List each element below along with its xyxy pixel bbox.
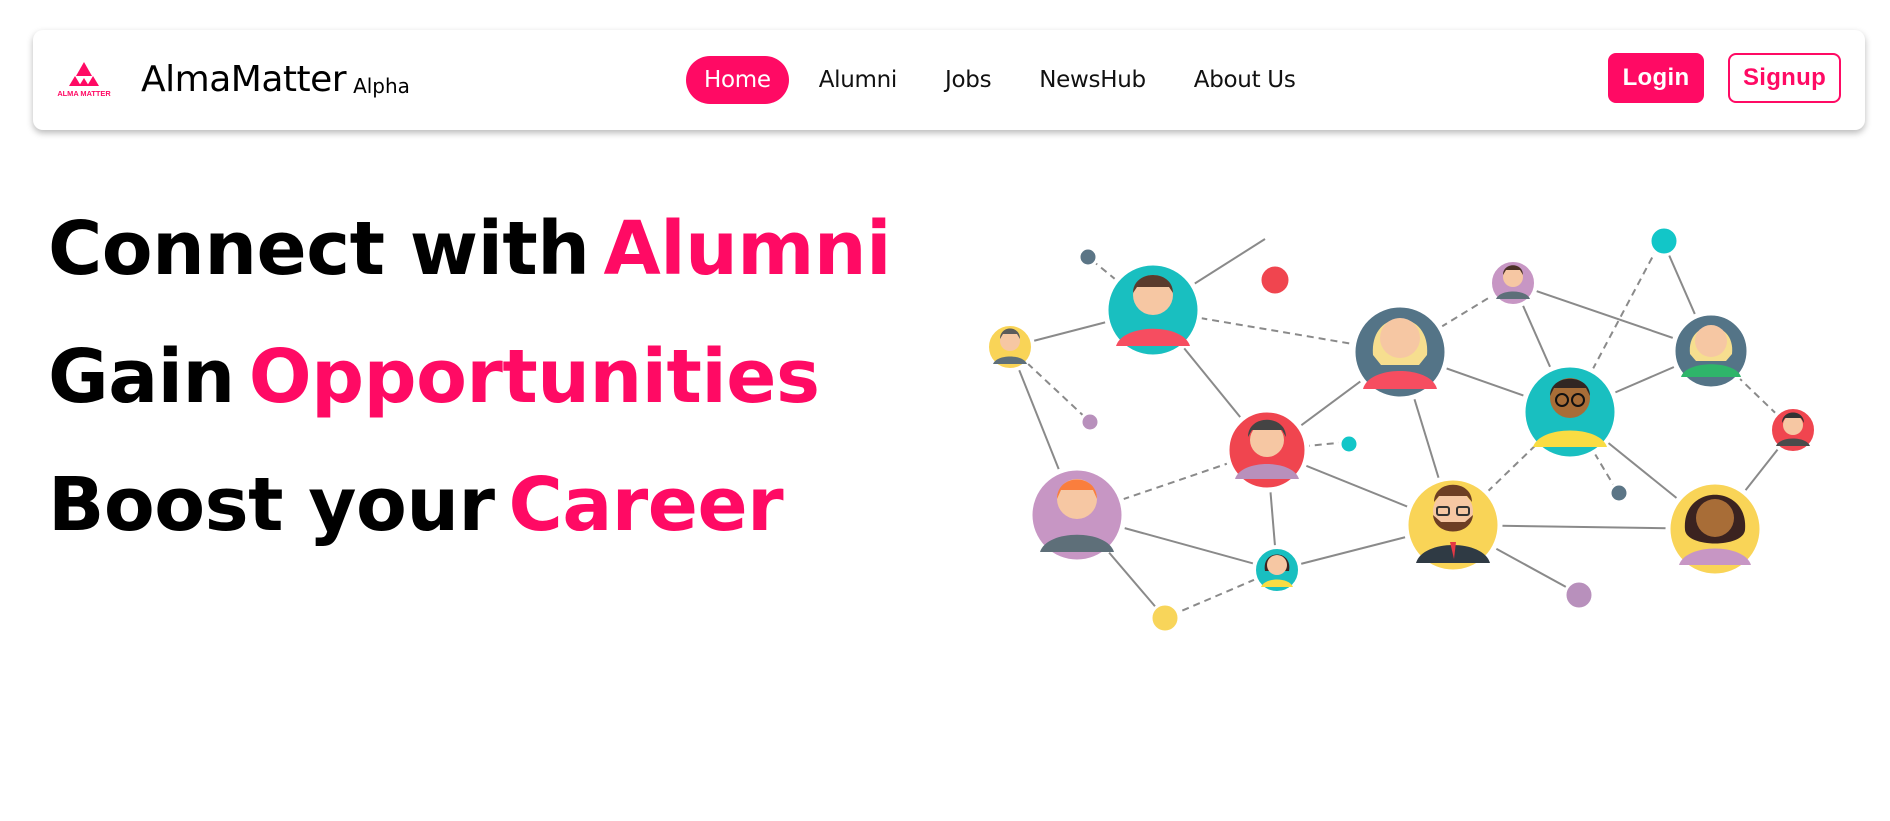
nav-home[interactable]: Home	[686, 56, 789, 104]
network-graph	[985, 225, 1818, 634]
hero-line-2-accent: Opportunities	[248, 334, 820, 420]
avatar-large-yellow-beard	[1403, 475, 1503, 575]
login-button[interactable]: Login	[1608, 53, 1704, 103]
alma-matter-logo: ALMA MATTER	[57, 62, 111, 98]
brand-suffix: Alpha	[353, 74, 410, 98]
auth-buttons: Login Signup	[1608, 53, 1841, 103]
avatar-medium-red	[1224, 407, 1310, 493]
avatar-small-purple	[1488, 258, 1538, 308]
avatar-medium-slate-blonde	[1670, 310, 1752, 392]
brand-home-link[interactable]: ALMA MATTER AlmaMatter Alpha	[51, 60, 410, 100]
brand-name: AlmaMatter	[141, 59, 347, 100]
avatar-small-yellow	[985, 322, 1035, 372]
avatar-large-purple	[1027, 465, 1127, 565]
avatar-small-teal	[1252, 545, 1302, 595]
hero-line-2-text: Gain	[48, 334, 235, 420]
avatar-large-slate	[1350, 302, 1450, 402]
hero-line-gain: Gain Opportunities	[48, 340, 891, 468]
hero-section: Connect with Alumni Gain Opportunities Boo…	[48, 212, 891, 596]
main-nav: Home Alumni Jobs NewsHub About Us	[686, 56, 1326, 104]
hero-line-3-text: Boost your	[48, 462, 495, 548]
signup-button[interactable]: Signup	[1728, 53, 1841, 103]
hero-line-1-text: Connect with	[48, 206, 590, 292]
hero-line-3-accent: Career	[508, 462, 784, 548]
avatar-large-yellow-curly	[1665, 479, 1765, 579]
alumni-network-illustration	[975, 215, 1835, 645]
nav-jobs[interactable]: Jobs	[927, 56, 1009, 104]
nav-about-us[interactable]: About Us	[1176, 56, 1314, 104]
avatar-large-teal	[1103, 260, 1203, 360]
avatar-large-teal-glasses	[1520, 362, 1620, 462]
hero-line-connect: Connect with Alumni	[48, 212, 891, 340]
nav-newshub[interactable]: NewsHub	[1021, 56, 1164, 104]
hero-line-1-accent: Alumni	[603, 206, 891, 292]
avatar-small-red	[1768, 405, 1818, 455]
logo-text: ALMA MATTER	[57, 89, 111, 98]
nav-alumni[interactable]: Alumni	[801, 56, 915, 104]
top-navbar: ALMA MATTER AlmaMatter Alpha Home Alumni…	[33, 30, 1865, 130]
hero-line-boost: Boost your Career	[48, 468, 891, 596]
